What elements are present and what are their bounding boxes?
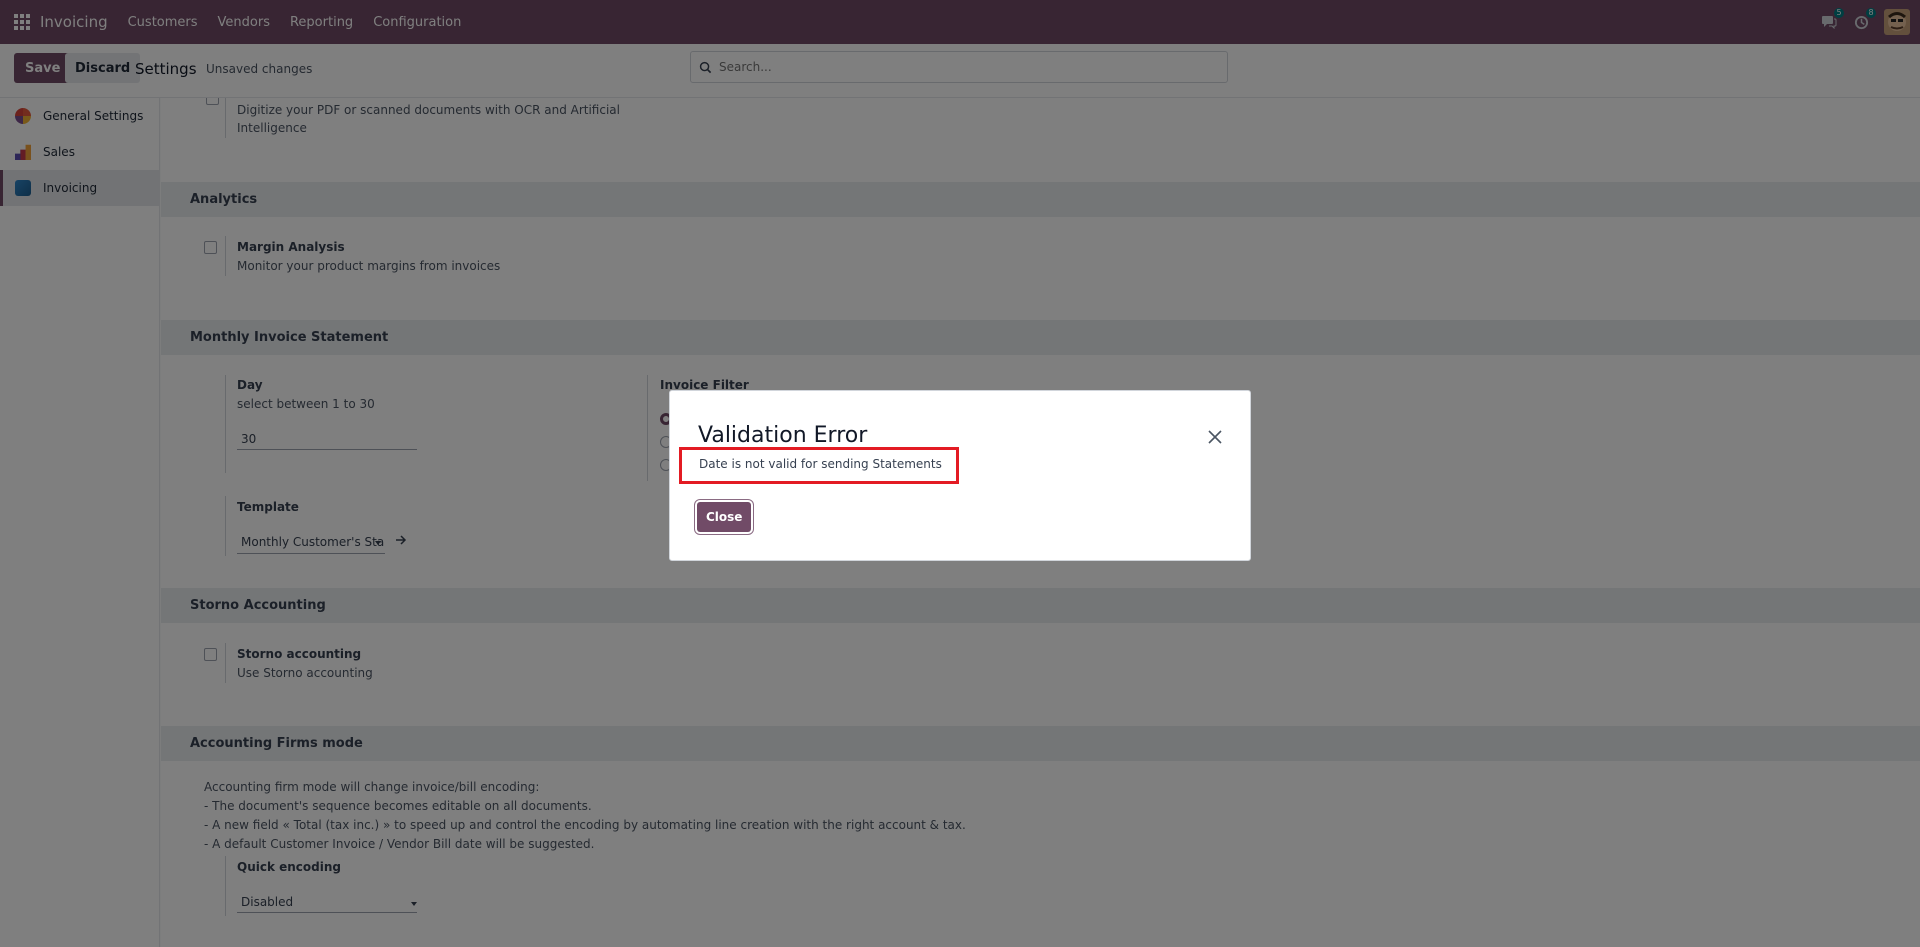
validation-error-dialog: Validation Error Date is not valid for s…	[669, 390, 1251, 561]
error-message: Date is not valid for sending Statements	[699, 457, 942, 471]
dialog-title: Validation Error	[698, 423, 868, 448]
close-icon[interactable]	[1206, 428, 1224, 446]
close-button[interactable]: Close	[697, 502, 752, 532]
